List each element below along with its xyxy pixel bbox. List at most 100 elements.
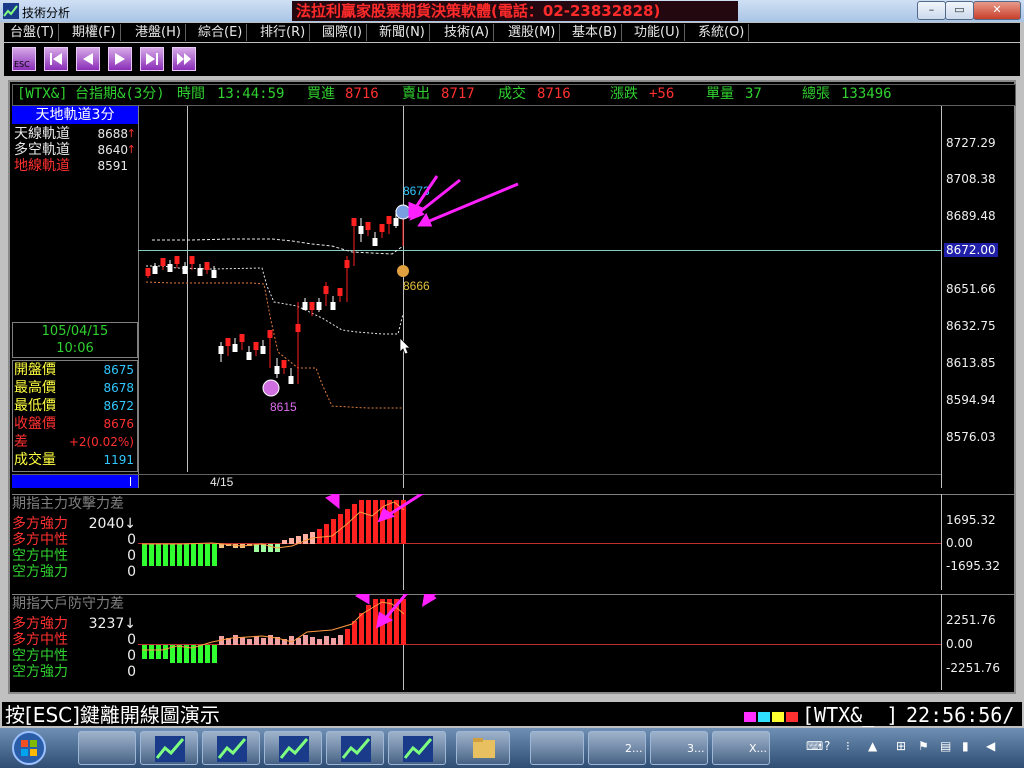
sub1-value: 0	[127, 532, 136, 548]
candle-body	[337, 288, 343, 296]
taskbar-chart-app[interactable]	[202, 731, 260, 765]
force-bar	[205, 544, 210, 566]
force-bar	[247, 639, 252, 645]
bid-value: 8716	[345, 86, 379, 102]
chart-app-icon	[341, 736, 371, 762]
bid-label: 買進	[307, 86, 335, 102]
attack-force-chart[interactable]	[12, 494, 1014, 590]
menu-item-ranking[interactable]: 排行(R)	[256, 24, 311, 41]
volume-icon[interactable]: ◀	[986, 739, 995, 753]
first-page-button[interactable]	[44, 47, 68, 71]
display-icon[interactable]: ▤	[940, 739, 951, 753]
price-tick: 8708.38	[946, 172, 996, 186]
force-bar	[373, 500, 378, 544]
menu-item-futures[interactable]: 期權(F)	[68, 24, 121, 41]
candle-body	[197, 268, 203, 276]
sub1-row: 空方強力 0	[12, 564, 136, 580]
taskbar-window[interactable]	[530, 731, 584, 765]
sub2-label: 多方強力	[12, 616, 68, 632]
price-chart[interactable]: 8673 8666 8615 4/15	[12, 106, 1014, 488]
menu-item-functions[interactable]: 功能(U)	[630, 24, 685, 41]
candle-body	[379, 224, 385, 232]
last-page-button[interactable]	[140, 47, 164, 71]
action-center-icon[interactable]: ⚑	[918, 739, 929, 753]
menu-item-technical[interactable]: 技術(A)	[440, 24, 495, 41]
color-swatch	[744, 712, 756, 722]
ask-value: 8717	[441, 86, 475, 102]
force-bar	[289, 538, 294, 544]
volume-value: 37	[745, 86, 762, 102]
chart-app-icon	[279, 736, 309, 762]
force-bar	[184, 544, 189, 566]
force-bar	[142, 645, 147, 659]
menu-item-overview[interactable]: 綜合(E)	[194, 24, 248, 41]
help-icon[interactable]: ?	[824, 739, 830, 753]
taskbar-explorer[interactable]	[456, 731, 510, 765]
candle-body	[365, 222, 371, 230]
window-title: 技術分析	[22, 6, 71, 20]
start-button[interactable]	[6, 730, 52, 766]
force-bar	[233, 635, 238, 645]
scroll-thumb[interactable]	[12, 475, 138, 488]
price-tick: 8613.85	[946, 356, 996, 370]
force-bar	[142, 544, 147, 566]
sub2-tick: 0.00	[946, 637, 973, 651]
candle-body	[323, 286, 329, 294]
taskbar-label: 3...	[687, 742, 705, 755]
play-button[interactable]	[108, 47, 132, 71]
taskbar-chart-app[interactable]	[326, 731, 384, 765]
force-bar	[345, 629, 350, 645]
menu-item-tw[interactable]: 台盤(T)	[6, 24, 60, 41]
app-chart-icon	[3, 3, 19, 19]
menu-item-system[interactable]: 系統(O)	[694, 24, 750, 41]
keyboard-icon[interactable]: ⌨	[806, 739, 823, 753]
total-value: 133496	[841, 86, 892, 102]
settings-icon[interactable]: ⁝	[846, 739, 850, 753]
taskbar-chart-app[interactable]	[140, 731, 198, 765]
sub1-row: 空方中性 0	[12, 548, 136, 564]
close-button[interactable]: ✕	[973, 1, 1021, 20]
minimize-button[interactable]: –	[917, 1, 946, 20]
candle-body	[152, 266, 158, 274]
menu-item-screen[interactable]: 選股(M)	[504, 24, 561, 41]
force-bar	[331, 519, 336, 544]
windows-flag-icon[interactable]: ⊞	[896, 739, 906, 753]
price-tick: 8689.48	[946, 209, 996, 223]
defense-force-chart[interactable]	[12, 594, 1014, 690]
candle-body	[351, 218, 357, 226]
taskbar-window[interactable]: 3...	[650, 731, 708, 765]
force-bar	[282, 540, 287, 544]
esc-button[interactable]: ESC	[12, 47, 36, 71]
fast-forward-button[interactable]	[172, 47, 196, 71]
show-hidden-icon[interactable]: ▲	[868, 739, 877, 753]
candle-body	[316, 302, 322, 310]
fast-forward-icon	[177, 53, 191, 65]
toolbar: ESC	[4, 43, 1020, 76]
taskbar-chart-app[interactable]	[388, 731, 446, 765]
taskbar-app-1[interactable]	[78, 731, 136, 765]
taskbar-window[interactable]: 2...	[588, 731, 646, 765]
restore-button[interactable]: ▭	[945, 1, 974, 20]
candle-body	[288, 376, 294, 384]
taskbar-window[interactable]: X...	[712, 731, 770, 765]
low-mark-label: 8615	[270, 400, 297, 414]
network-icon[interactable]: ▮	[962, 739, 969, 753]
title-bar: 技術分析 法拉利贏家股票期貨決策軟體(電話：02-23832828) – ▭ ✕	[0, 0, 1024, 22]
force-bar	[324, 636, 329, 645]
low-marker-icon	[262, 379, 280, 397]
system-tray: ⌨ ? ⁝ ▲ ⊞ ⚑ ▤ ▮ ◀	[800, 728, 1024, 768]
menu-item-intl[interactable]: 國際(I)	[318, 24, 367, 41]
first-icon	[50, 53, 62, 65]
taskbar-label: X...	[749, 742, 768, 755]
menu-item-hk[interactable]: 港盤(H)	[131, 24, 186, 41]
mid-marker-icon	[397, 265, 409, 277]
prev-button[interactable]	[76, 47, 100, 71]
menu-item-fundamental[interactable]: 基本(B)	[568, 24, 623, 41]
menu-item-news[interactable]: 新聞(N)	[375, 24, 430, 41]
taskbar-chart-app[interactable]	[264, 731, 322, 765]
price-tick: 8651.66	[946, 282, 996, 296]
force-bar	[359, 500, 364, 544]
taskbar-label: 2...	[625, 742, 643, 755]
candle-body	[211, 270, 217, 278]
candle-body	[295, 324, 301, 332]
